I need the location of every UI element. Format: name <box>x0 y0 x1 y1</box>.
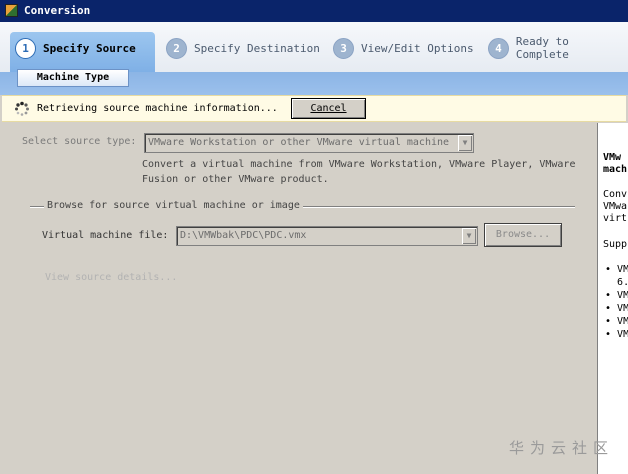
help-bullet-list: • VM 6. • VM • VM • VM • VM <box>605 264 628 342</box>
tab-machine-type[interactable]: Machine Type <box>17 69 129 87</box>
step-3-label: View/Edit Options <box>361 41 474 55</box>
step-specify-destination[interactable]: 2 Specify Destination <box>166 37 320 59</box>
step-2-number-icon: 2 <box>166 37 187 59</box>
help-panel: VMw mach Conv VMwa virt Supp • VM 6. • V… <box>597 123 628 474</box>
step-2-label: Specify Destination <box>194 41 320 55</box>
list-item: • VM <box>605 329 628 340</box>
browse-button[interactable]: Browse... <box>485 224 561 246</box>
list-item: • VM <box>605 316 628 327</box>
source-settings-panel: Select source type: VMware Workstation o… <box>2 123 592 474</box>
step-view-edit-options[interactable]: 3 View/Edit Options <box>333 37 474 59</box>
list-item: • VM <box>605 303 628 314</box>
view-source-details-link[interactable]: View source details... <box>45 272 177 283</box>
list-item: 6. <box>617 277 628 288</box>
vm-file-label: Virtual machine file: <box>42 230 169 241</box>
step-1-number-icon: 1 <box>15 37 36 59</box>
description-line-2: Fusion or other VMware product. <box>142 174 329 185</box>
vm-file-value: D:\VMWbak\PDC\PDC.vmx <box>180 230 307 241</box>
step-1-label: Specify Source <box>43 41 136 55</box>
help-text-line-2: VMwa <box>603 201 628 212</box>
browse-group-title: Browse for source virtual machine or ima… <box>44 200 303 211</box>
title-bar: Conversion <box>0 0 628 22</box>
step-3-number-icon: 3 <box>333 37 354 59</box>
watermark: 华为云社区 <box>509 439 615 457</box>
step-ready-to-complete[interactable]: 4 Ready to Complete <box>488 35 628 61</box>
source-type-value: VMware Workstation or other VMware virtu… <box>148 137 450 148</box>
list-item: • VM <box>605 290 628 301</box>
wizard-step-bar: 1 Specify Source 2 Specify Destination 3… <box>0 22 628 95</box>
help-supported-heading: Supp <box>603 239 628 250</box>
step-4-label: Ready to Complete <box>515 35 569 61</box>
source-type-select[interactable]: VMware Workstation or other VMware virtu… <box>144 133 474 153</box>
status-bar: Retrieving source machine information...… <box>2 95 626 122</box>
vm-file-input[interactable]: D:\VMWbak\PDC\PDC.vmx ▼ <box>176 226 478 246</box>
step-specify-source[interactable]: 1 Specify Source <box>15 37 136 59</box>
help-heading-line-1: VMw <box>603 152 622 163</box>
window-title: Conversion <box>24 4 91 17</box>
source-type-description: Convert a virtual machine from VMware Wo… <box>142 157 575 187</box>
cancel-button-label: Cancel <box>310 103 347 114</box>
description-line-1: Convert a virtual machine from VMware Wo… <box>142 159 576 170</box>
loading-spinner-icon <box>15 101 29 116</box>
chevron-down-icon: ▼ <box>462 228 476 244</box>
status-message: Retrieving source machine information... <box>37 103 278 114</box>
help-text-line-1: Conv <box>603 189 628 200</box>
help-heading-line-2: mach <box>603 164 628 175</box>
converter-app-icon <box>5 4 18 17</box>
list-item: • VM <box>605 264 628 275</box>
source-type-label: Select source type: <box>22 136 137 147</box>
help-text-line-3: virt <box>603 213 628 224</box>
chevron-down-icon: ▼ <box>458 135 472 151</box>
step-4-number-icon: 4 <box>488 37 509 59</box>
cancel-button[interactable]: Cancel <box>291 98 366 119</box>
